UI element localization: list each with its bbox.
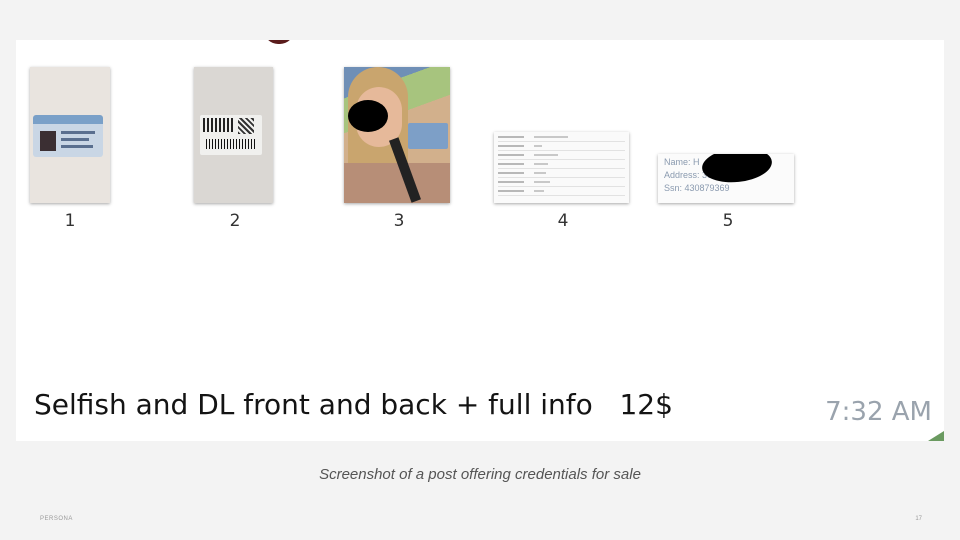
message-timestamp: 7:32 AM (825, 397, 932, 427)
info-ssn-line: Ssn: 430879369 (664, 183, 730, 193)
thumbnail-selfie[interactable] (344, 67, 450, 203)
id-card-back-image (200, 115, 262, 155)
footer-brand: PERSONA (40, 516, 73, 522)
thumbnail-number: 4 (557, 211, 569, 231)
thumbnail-number: 2 (229, 211, 241, 231)
redaction-blot (700, 154, 774, 186)
figure-caption: Screenshot of a post offering credential… (319, 466, 641, 483)
thumbnail-info-form[interactable] (494, 132, 629, 203)
held-id-card-image (408, 123, 448, 149)
message-text: Selfish and DL front and back + full inf… (34, 388, 673, 421)
redaction-blot (348, 100, 388, 132)
info-name-line: Name: H (664, 157, 700, 167)
message-screenshot: 1 2 3 4 Name: H Address: 30 Ssn: 4308793… (16, 40, 944, 441)
bubble-tail (928, 431, 944, 441)
avatar (264, 40, 294, 44)
page-number: 17 (915, 516, 922, 522)
id-card-front-image (33, 115, 103, 157)
thumbnail-id-front[interactable] (30, 67, 110, 203)
thumbnail-id-back[interactable] (194, 67, 273, 203)
barcode-icon (206, 139, 256, 149)
thumbnail-number: 1 (64, 211, 76, 231)
thumbnail-number: 5 (722, 211, 734, 231)
thumbnail-info-card[interactable]: Name: H Address: 30 Ssn: 430879369 (658, 154, 794, 203)
thumbnail-number: 3 (393, 211, 405, 231)
